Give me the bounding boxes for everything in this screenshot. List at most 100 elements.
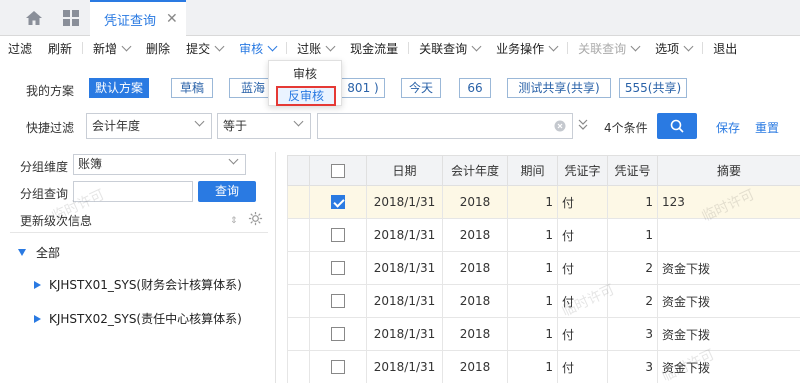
row-checkbox-cell[interactable] <box>309 284 367 318</box>
toolbar-separator <box>408 42 410 54</box>
row-checkbox-cell[interactable] <box>309 185 367 219</box>
gear-icon[interactable] <box>248 211 263 226</box>
search-button[interactable] <box>657 113 697 139</box>
grid-apps-icon[interactable] <box>62 9 80 27</box>
chevron-down-icon <box>214 41 225 51</box>
audit-dropdown-menu: 审核 反审核 <box>268 60 342 106</box>
table-header-row: 日期 会计年度 期间 凭证字 凭证号 摘要 <box>287 155 800 186</box>
toolbar-item-label: 提交 <box>186 41 211 56</box>
save-scheme-link[interactable]: 保存 <box>716 119 740 136</box>
table-row[interactable]: 2018/1/31 2018 1 付 3 资金下拨 <box>287 350 800 383</box>
scheme-button-0[interactable]: 默认方案 <box>89 78 149 98</box>
menu-item-unaudit[interactable]: 反审核 <box>276 86 336 106</box>
cell-summary: 资金下拨 <box>657 284 800 318</box>
toolbar-item-5[interactable]: 审核 <box>231 36 284 60</box>
scheme-button-4[interactable]: 今天 <box>401 78 441 98</box>
tab-bar: 凭证查询 ✕ <box>0 0 800 36</box>
toolbar-item-8[interactable]: 关联查询 <box>411 36 488 60</box>
row-checkbox[interactable] <box>331 261 345 276</box>
toolbar-item-label: 现金流量 <box>350 41 399 56</box>
sort-icon[interactable]: ⇕ <box>230 216 238 226</box>
group-dimension-select[interactable]: 账簿 <box>73 154 246 175</box>
toolbar-item-9[interactable]: 业务操作 <box>488 36 565 60</box>
toolbar-item-2[interactable]: 新增 <box>85 36 138 60</box>
toolbar-item-11[interactable]: 选项 <box>647 36 700 60</box>
tree-node-root[interactable]: 全部 <box>18 244 60 261</box>
group-query-input[interactable] <box>73 181 193 202</box>
scheme-button-3[interactable]: 801 ) <box>341 78 385 98</box>
tab-voucher-query[interactable]: 凭证查询 ✕ <box>90 0 186 36</box>
chevron-down-icon <box>121 41 132 51</box>
row-checkbox-cell[interactable] <box>309 317 367 351</box>
cell-year: 2018 <box>442 284 508 318</box>
header-date[interactable]: 日期 <box>366 155 443 186</box>
tree-node-label: KJHSTX01_SYS(财务会计核算体系) <box>49 278 242 292</box>
menu-item-audit[interactable]: 审核 <box>269 64 341 84</box>
toolbar-separator <box>702 42 704 54</box>
scheme-button-1[interactable]: 草稿 <box>171 78 213 98</box>
expand-triangle-icon[interactable] <box>34 314 41 323</box>
row-checkbox[interactable] <box>331 327 345 342</box>
select-all-checkbox[interactable] <box>331 163 345 178</box>
row-indicator-cell <box>287 185 310 219</box>
toolbar-item-0[interactable]: 过滤 <box>0 36 40 60</box>
row-indicator-cell <box>287 317 310 351</box>
toolbar-item-12[interactable]: 退出 <box>705 36 745 60</box>
condition-count: 4个条件 <box>604 121 648 135</box>
cell-voucher-no: 2 <box>607 284 658 318</box>
toolbar-item-label: 过账 <box>297 41 322 56</box>
update-level-info[interactable]: 更新级次信息 <box>20 212 92 229</box>
close-icon[interactable]: ✕ <box>166 11 178 27</box>
row-checkbox-cell[interactable] <box>309 218 367 252</box>
chevron-down-icon <box>471 41 482 51</box>
table-row[interactable]: 2018/1/31 2018 1 付 3 资金下拨 <box>287 317 800 351</box>
cell-date: 2018/1/31 <box>366 284 443 318</box>
toolbar-item-1[interactable]: 刷新 <box>40 36 80 60</box>
scheme-button-5[interactable]: 66 <box>459 78 491 98</box>
row-checkbox[interactable] <box>331 195 345 210</box>
cell-summary: 资金下拨 <box>657 350 800 383</box>
expand-conditions-icon[interactable] <box>577 118 589 132</box>
filter-operator-select[interactable]: 等于 <box>217 113 311 139</box>
cell-voucher-no: 2 <box>607 251 658 285</box>
table-row[interactable]: 2018/1/31 2018 1 付 2 资金下拨 <box>287 284 800 318</box>
filter-value-input[interactable] <box>317 113 573 139</box>
header-select-all[interactable] <box>309 155 367 186</box>
table-row[interactable]: 2018/1/31 2018 1 付 1 123 <box>287 185 800 219</box>
row-indicator-cell <box>287 218 310 252</box>
row-checkbox-cell[interactable] <box>309 251 367 285</box>
scheme-button-6[interactable]: 测试共享(共享) <box>507 78 611 98</box>
tree-node-kjhstx01[interactable]: KJHSTX01_SYS(财务会计核算体系) <box>34 276 242 293</box>
scheme-button-7[interactable]: 555(共享) <box>619 78 687 98</box>
row-checkbox[interactable] <box>331 228 345 243</box>
reset-link[interactable]: 重置 <box>755 119 779 136</box>
header-period[interactable]: 期间 <box>507 155 558 186</box>
header-summary[interactable]: 摘要 <box>657 155 800 186</box>
toolbar-item-4[interactable]: 提交 <box>178 36 231 60</box>
filter-field-select[interactable]: 会计年度 <box>86 113 212 139</box>
tree-node-kjhstx02[interactable]: KJHSTX02_SYS(责任中心核算体系) <box>34 310 242 327</box>
row-checkbox[interactable] <box>331 360 345 375</box>
toolbar-item-10[interactable]: 关联查询 <box>570 36 647 60</box>
row-checkbox-cell[interactable] <box>309 350 367 383</box>
collapse-triangle-icon[interactable] <box>18 249 26 256</box>
row-checkbox[interactable] <box>331 294 345 309</box>
toolbar: 过滤 刷新 新增 删除 提交 审核 过账 现金流量 关联查询 业务操作 关联查询 选项 退出 <box>0 36 800 60</box>
toolbar-item-3[interactable]: 删除 <box>138 36 178 60</box>
clear-icon[interactable] <box>554 120 566 132</box>
table-row[interactable]: 2018/1/31 2018 1 付 2 资金下拨 <box>287 251 800 285</box>
group-query-button[interactable]: 查询 <box>198 181 256 202</box>
toolbar-item-6[interactable]: 过账 <box>289 36 342 60</box>
chevron-down-icon <box>228 154 239 165</box>
expand-triangle-icon[interactable] <box>34 280 41 289</box>
header-year[interactable]: 会计年度 <box>442 155 508 186</box>
toolbar-item-7[interactable]: 现金流量 <box>342 36 406 60</box>
cell-summary: 资金下拨 <box>657 317 800 351</box>
header-voucher-word[interactable]: 凭证字 <box>557 155 608 186</box>
cell-period: 1 <box>507 185 558 219</box>
header-voucher-no[interactable]: 凭证号 <box>607 155 658 186</box>
voucher-table: 日期 会计年度 期间 凭证字 凭证号 摘要 2018/1/31 2018 1 付 1 12… <box>287 155 800 383</box>
home-icon[interactable] <box>25 9 43 27</box>
cell-period: 1 <box>507 350 558 383</box>
table-row[interactable]: 2018/1/31 2018 1 付 1 <box>287 218 800 252</box>
